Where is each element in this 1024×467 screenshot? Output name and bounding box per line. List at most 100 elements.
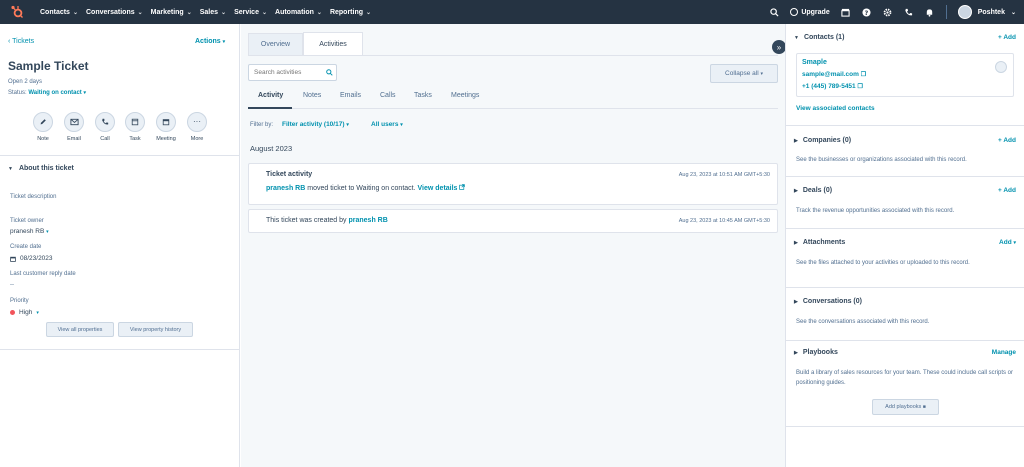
right-sidebar: ▼ Contacts (1) + Add Smaple sample@mail.c…	[785, 24, 1024, 467]
task-action[interactable]: Task	[123, 112, 147, 142]
email-action[interactable]: Email	[62, 112, 86, 142]
chevron-down-icon: ▾	[36, 309, 39, 316]
subtab-tasks[interactable]: Tasks	[414, 92, 432, 99]
contact-email[interactable]: sample@mail.com ❐	[802, 71, 866, 78]
subtab-calls[interactable]: Calls	[380, 92, 396, 99]
chevron-right-icon: ▶	[794, 239, 798, 246]
expand-sidebar-chevrons-icon[interactable]: »	[772, 40, 786, 54]
nav-contacts[interactable]: Contacts ⌄	[40, 9, 78, 16]
top-navigation-bar: Contacts ⌄ Conversations ⌄ Marketing ⌄ Sale…	[0, 0, 1024, 24]
chevron-down-icon: ▾	[1013, 240, 1016, 246]
conversations-section-toggle[interactable]: ▶ Conversations (0)	[794, 298, 862, 305]
nav-conversations[interactable]: Conversations ⌄	[86, 9, 143, 16]
back-label: Tickets	[12, 38, 35, 45]
view-all-properties-button[interactable]: View all properties	[46, 322, 114, 337]
settings-gear-icon[interactable]	[883, 7, 893, 17]
filter-activity-dropdown[interactable]: Filter activity (10/17) ▾	[282, 121, 349, 128]
user-link[interactable]: pranesh RB	[266, 185, 305, 192]
add-attachment-dropdown[interactable]: Add ▾	[999, 239, 1016, 246]
status-value[interactable]: Waiting on contact	[28, 90, 81, 96]
action-label: Call	[100, 136, 110, 142]
playbooks-section-toggle[interactable]: ▶ Playbooks	[794, 349, 838, 356]
contact-phone[interactable]: +1 (445) 789-5451 ❐	[802, 83, 863, 90]
month-heading: August 2023	[250, 144, 293, 153]
phone-icon	[95, 112, 115, 132]
help-icon[interactable]: ?	[862, 7, 872, 17]
account-name: Poshtek	[977, 8, 1005, 16]
deals-section-toggle[interactable]: ▶ Deals (0)	[794, 187, 832, 194]
view-details-link[interactable]: View details	[418, 185, 458, 192]
lock-icon: ■	[922, 404, 926, 410]
marketplace-icon[interactable]	[841, 7, 851, 17]
more-action[interactable]: ··· More	[185, 112, 209, 142]
search-icon[interactable]	[326, 69, 333, 76]
divider	[0, 155, 240, 156]
note-action[interactable]: Note	[31, 112, 55, 142]
nav-automation[interactable]: Automation ⌄	[275, 9, 322, 16]
action-label: Note	[37, 136, 49, 142]
nav-reporting[interactable]: Reporting ⌄	[330, 9, 371, 16]
card-text: This ticket was created by	[266, 217, 347, 224]
add-contact-button[interactable]: + Add	[998, 34, 1016, 41]
section-title: Conversations (0)	[802, 298, 862, 305]
back-to-tickets-link[interactable]: ‹ Tickets	[8, 38, 34, 45]
contacts-section-toggle[interactable]: ▼ Contacts (1)	[794, 34, 844, 41]
add-playbooks-button[interactable]: Add playbooks ■	[872, 399, 939, 415]
ticket-open-duration: Open 2 days	[8, 79, 43, 85]
account-menu[interactable]: Poshtek ⌄	[957, 5, 1016, 19]
ticket-created-card[interactable]: This ticket was created by pranesh RB Au…	[248, 209, 778, 233]
add-company-button[interactable]: + Add	[998, 137, 1016, 144]
status-label: Status:	[8, 90, 27, 96]
external-link-icon[interactable]	[459, 184, 466, 190]
playbooks-section: ▶ Playbooks Manage Build a library of sal…	[786, 341, 1024, 427]
subtab-activity[interactable]: Activity	[258, 92, 283, 99]
task-icon	[125, 112, 145, 132]
filter-activity-label: Filter activity (10/17)	[282, 121, 345, 128]
section-description: See the files attached to your activitie…	[796, 260, 970, 266]
companies-section-toggle[interactable]: ▶ Companies (0)	[794, 137, 851, 144]
calling-icon[interactable]	[904, 7, 914, 17]
nav-sales[interactable]: Sales ⌄	[200, 9, 226, 16]
contacts-section: ▼ Contacts (1) + Add Smaple sample@mail.c…	[786, 24, 1024, 126]
ticket-owner-value[interactable]: pranesh RB ▾	[10, 228, 49, 235]
contact-name[interactable]: Smaple	[802, 59, 827, 66]
subtab-meetings[interactable]: Meetings	[451, 92, 479, 99]
view-property-history-button[interactable]: View property history	[118, 322, 193, 337]
chevron-down-icon: ⌄	[137, 9, 143, 16]
call-action[interactable]: Call	[93, 112, 117, 142]
attachments-section-toggle[interactable]: ▶ Attachments	[794, 239, 845, 246]
all-users-dropdown[interactable]: All users ▾	[371, 121, 403, 128]
copy-icon[interactable]: ❐	[861, 72, 866, 78]
actions-dropdown[interactable]: Actions ▾	[195, 38, 225, 45]
about-ticket-section-toggle[interactable]: ▼ About this ticket	[8, 165, 74, 172]
nav-marketing[interactable]: Marketing ⌄	[151, 9, 192, 16]
manage-playbooks-link[interactable]: Manage	[992, 349, 1016, 356]
chevron-right-icon: ▶	[794, 137, 798, 144]
collapse-all-button[interactable]: Collapse all ▾	[710, 64, 778, 83]
subtab-notes[interactable]: Notes	[303, 92, 321, 99]
nav-service[interactable]: Service ⌄	[234, 9, 267, 16]
chevron-down-icon[interactable]: ▾	[83, 90, 86, 96]
upgrade-button[interactable]: Upgrade	[790, 8, 830, 16]
owner-name: pranesh RB	[10, 228, 45, 235]
tab-activities[interactable]: Activities	[303, 32, 363, 56]
divider	[0, 349, 240, 350]
tab-overview[interactable]: Overview	[248, 33, 303, 55]
ticket-status: Status: Waiting on contact ▾	[8, 90, 86, 96]
copy-icon[interactable]: ❐	[857, 84, 862, 90]
create-date-field[interactable]: 08/23/2023	[10, 255, 53, 262]
view-associated-contacts-link[interactable]: View associated contacts	[796, 105, 875, 112]
svg-text:?: ?	[865, 9, 869, 16]
search-activities-input[interactable]	[254, 69, 322, 76]
add-deal-button[interactable]: + Add	[998, 187, 1016, 194]
card-body: pranesh RB moved ticket to Waiting on co…	[266, 184, 466, 192]
notifications-bell-icon[interactable]	[925, 7, 935, 17]
search-icon[interactable]	[769, 7, 779, 17]
user-link[interactable]: pranesh RB	[348, 217, 387, 224]
priority-field[interactable]: High ▾	[10, 309, 39, 316]
subtab-emails[interactable]: Emails	[340, 92, 361, 99]
ticket-activity-card[interactable]: Ticket activity Aug 23, 2023 at 10:51 AM…	[248, 163, 778, 205]
section-description: Track the revenue opportunities associat…	[796, 208, 955, 214]
hubspot-logo-icon[interactable]	[8, 3, 26, 21]
meeting-action[interactable]: Meeting	[154, 112, 178, 142]
